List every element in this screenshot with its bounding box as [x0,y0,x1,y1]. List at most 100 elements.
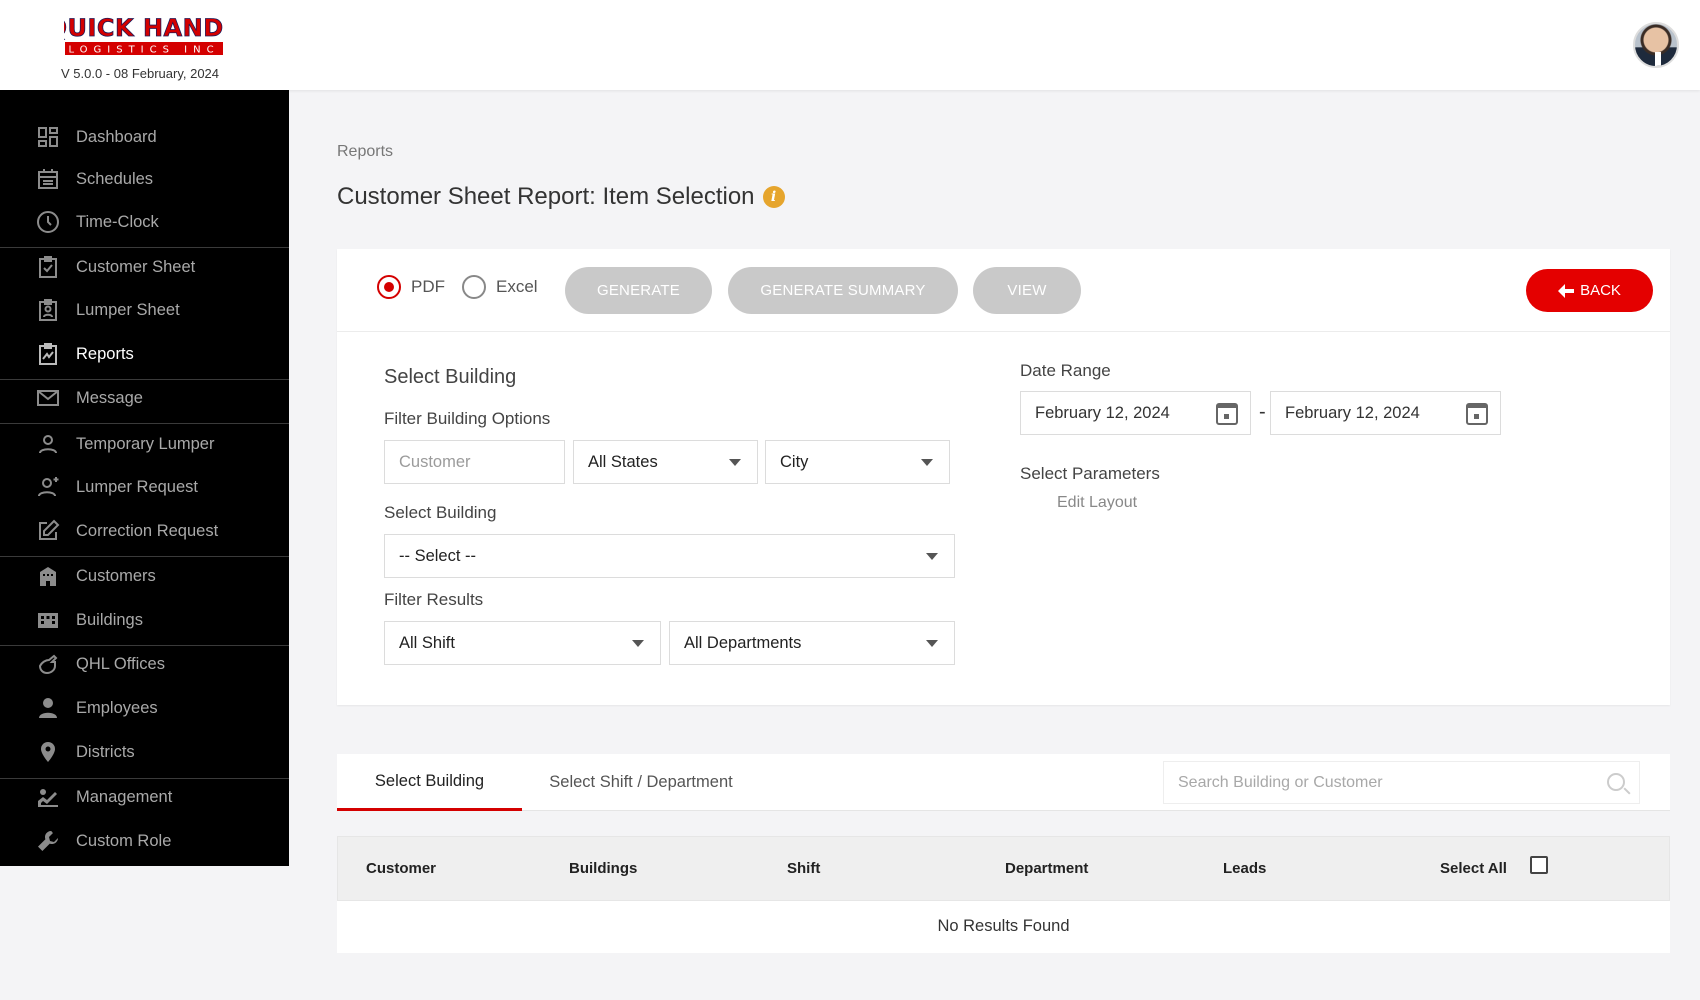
sidebar-item-message[interactable]: Message [0,377,289,419]
sidebar-item-label: Districts [76,742,135,761]
clipboard-check-icon [36,255,60,279]
building-select[interactable]: -- Select -- [384,534,955,578]
select-building-heading: Select Building [384,366,517,388]
search-icon[interactable] [1607,773,1625,791]
sidebar-item-label: Custom Role [76,831,172,850]
date-separator: - [1259,401,1266,423]
city-select[interactable]: City [765,440,950,484]
generate-summary-button[interactable]: GENERATE SUMMARY [728,267,958,314]
view-button[interactable]: VIEW [973,267,1081,314]
calendar-icon [36,167,60,191]
person-icon [36,696,60,720]
table-header: Customer Buildings Shift Department Lead… [337,836,1670,901]
customer-input[interactable]: Customer [384,440,565,484]
format-pdf-radio[interactable]: PDF [377,275,445,299]
app-version: V 5.0.0 - 08 February, 2024 [61,66,220,81]
tab-select-building[interactable]: Select Building [337,754,522,811]
sidebar-item-label: Correction Request [76,521,219,540]
arrow-left-icon [1558,283,1575,298]
select-building-label: Select Building [384,503,497,522]
edit-layout-link[interactable]: Edit Layout [1057,494,1137,512]
chart-person-icon [36,785,60,809]
column-buildings[interactable]: Buildings [569,860,637,877]
clock-icon [36,210,60,234]
edit-icon [36,519,60,543]
sidebar-item-management[interactable]: Management [0,776,289,818]
column-leads[interactable]: Leads [1223,860,1266,877]
column-select-all: Select All [1440,860,1507,877]
back-button[interactable]: BACK [1526,269,1653,312]
selection-tabs: Select Building Select Shift / Departmen… [337,754,1670,811]
map-pin-icon [36,740,60,764]
info-icon[interactable]: i [762,186,785,208]
sidebar-item-label: Employees [76,698,158,717]
sidebar-item-schedules[interactable]: Schedules [0,158,289,200]
sidebar-item-dashboard[interactable]: Dashboard [0,116,289,158]
warehouse-icon [36,608,60,632]
svg-text:QUICK HANDS: QUICK HANDS [64,14,224,42]
date-to-input[interactable]: February 12, 2024 [1270,391,1501,435]
building-icon [36,564,60,588]
shift-select[interactable]: All Shift [384,621,661,665]
filter-building-options-label: Filter Building Options [384,409,551,428]
sidebar-item-label: Customer Sheet [76,257,196,276]
column-shift[interactable]: Shift [787,860,820,877]
states-select[interactable]: All States [573,440,758,484]
sidebar-item-label: Schedules [76,169,154,188]
hand-icon [36,652,60,676]
select-all-checkbox[interactable] [1530,856,1548,874]
user-avatar[interactable] [1633,22,1679,68]
sidebar-item-qhl-offices[interactable]: QHL Offices [0,643,289,685]
sidebar: Dashboard Schedules Time-Clock Customer … [0,90,289,866]
tab-select-shift-department[interactable]: Select Shift / Department [531,754,751,811]
date-range-label: Date Range [1020,361,1111,380]
generate-button[interactable]: GENERATE [565,267,712,314]
states-value: All States [588,452,658,471]
report-options-card: PDF Excel GENERATE GENERATE SUMMARY VIEW… [337,249,1670,705]
chevron-down-icon [921,459,933,466]
column-department[interactable]: Department [1005,860,1088,877]
table-body: No Results Found [337,901,1670,953]
calendar-icon[interactable] [1466,403,1488,425]
building-value: -- Select -- [399,546,477,565]
sidebar-item-label: Dashboard [76,127,157,146]
chevron-down-icon [632,640,644,647]
date-to-value: February 12, 2024 [1285,403,1420,422]
sidebar-item-custom-role[interactable]: Custom Role [0,820,289,862]
date-from-input[interactable]: February 12, 2024 [1020,391,1251,435]
sidebar-item-reports[interactable]: Reports [0,333,289,375]
search-input[interactable]: Search Building or Customer [1163,761,1640,804]
date-from-value: February 12, 2024 [1035,403,1170,422]
sidebar-item-customer-sheet[interactable]: Customer Sheet [0,246,289,288]
sidebar-item-employees[interactable]: Employees [0,687,289,729]
clipboard-chart-icon [36,342,60,366]
sidebar-item-label: Lumper Sheet [76,300,180,319]
sidebar-item-customers[interactable]: Customers [0,555,289,597]
sidebar-item-label: Customers [76,566,156,585]
sidebar-item-buildings[interactable]: Buildings [0,599,289,641]
sidebar-item-time-clock[interactable]: Time-Clock [0,201,289,243]
chevron-down-icon [729,459,741,466]
breadcrumb[interactable]: Reports [337,143,393,161]
empty-state-text: No Results Found [937,917,1070,935]
dashboard-icon [36,125,60,149]
wrench-icon [36,829,60,853]
calendar-icon[interactable] [1216,403,1238,425]
sidebar-item-lumper-request[interactable]: Lumper Request [0,466,289,508]
sidebar-item-label: Time-Clock [76,212,159,231]
filter-results-label: Filter Results [384,590,484,609]
sidebar-item-correction-request[interactable]: Correction Request [0,510,289,552]
departments-select[interactable]: All Departments [669,621,955,665]
city-value: City [780,452,809,471]
page-title: Customer Sheet Report: Item Selection i [337,183,785,211]
column-customer[interactable]: Customer [366,860,436,877]
sidebar-item-districts[interactable]: Districts [0,731,289,773]
search-placeholder: Search Building or Customer [1178,773,1383,791]
radio-selected-icon [377,275,401,299]
user-outline-icon [36,432,60,456]
user-plus-icon [36,475,60,499]
sidebar-item-temporary-lumper[interactable]: Temporary Lumper [0,423,289,465]
sidebar-item-lumper-sheet[interactable]: Lumper Sheet [0,289,289,331]
format-excel-radio[interactable]: Excel [462,275,538,299]
svg-text:LOGISTICS INC: LOGISTICS INC [68,45,219,56]
